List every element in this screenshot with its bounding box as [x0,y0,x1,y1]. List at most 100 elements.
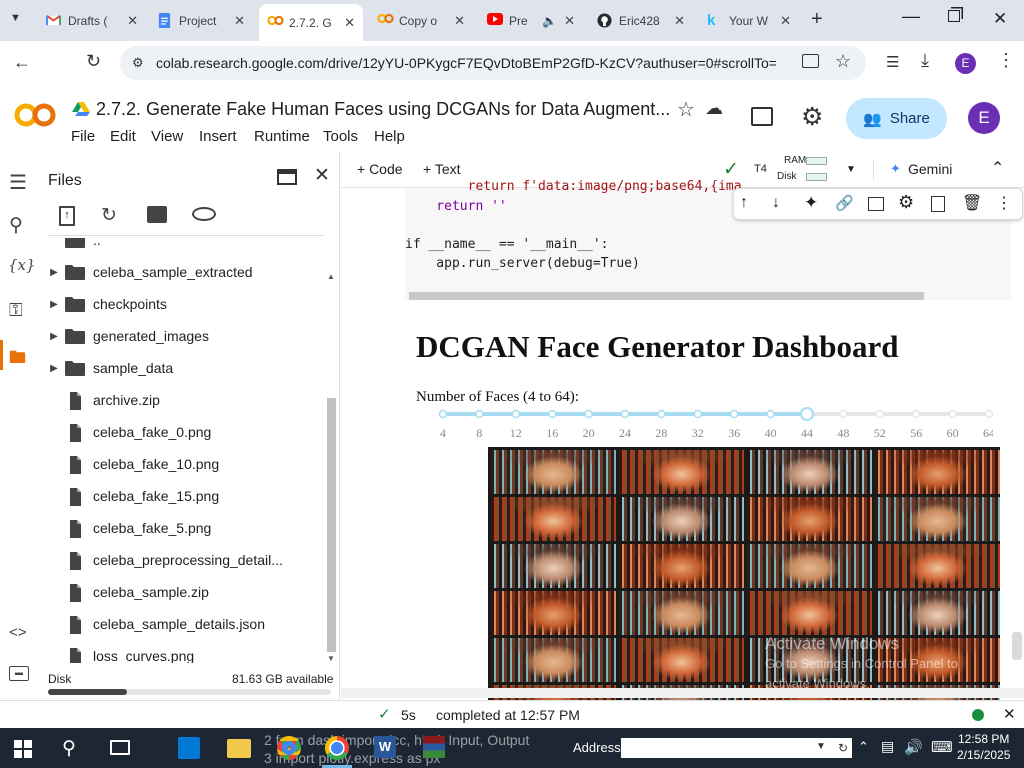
move-cell-down-icon[interactable]: ↓ [772,194,780,212]
secrets-key-icon[interactable]: ⚿ [9,300,23,321]
files-folder-icon[interactable]: 🖿 [9,345,26,374]
tab-kaggle[interactable]: k Your W ✕ [699,6,799,35]
address-go-icon[interactable]: ↻ [834,738,852,758]
notebook-title[interactable]: 2.7.2. Generate Fake Human Faces using D… [96,99,670,120]
scroll-up-arrow[interactable]: ▲ [327,272,335,281]
close-tab-icon[interactable]: ✕ [454,13,465,29]
store-icon[interactable] [178,737,200,759]
table-of-contents-icon[interactable]: ☰ [9,170,27,195]
tab-search-chevron-icon[interactable]: ▼ [10,12,21,24]
expand-arrow-icon[interactable]: ▶ [43,363,65,374]
file-row[interactable]: celeba_sample_details.json [40,608,325,640]
comment-icon[interactable] [868,197,884,211]
taskbar-search-icon[interactable]: ⚲ [62,737,76,760]
open-in-tab-icon[interactable] [277,169,297,185]
slider-dot[interactable] [438,409,448,419]
face-count-slider[interactable]: 4 8 12 16 20 24 28 32 36 40 44 48 52 56 60 64 [423,404,993,444]
slider-dot[interactable] [547,409,557,419]
tab-colab-copy[interactable]: Copy o ✕ [369,6,473,35]
notebook-scrollbar-thumb[interactable] [1012,632,1022,660]
slider-dot[interactable] [511,409,521,419]
address-dropdown-icon[interactable]: ▼ [816,741,826,752]
connection-status-dot[interactable] [972,709,984,721]
close-tab-icon[interactable]: ✕ [564,13,575,29]
gemini-cell-icon[interactable]: ✦ [804,193,818,213]
folder-row[interactable]: ▶ celeba_sample_extracted [40,256,325,288]
reload-icon[interactable]: ↻ [86,51,101,72]
input-language-icon[interactable]: ⌨ [931,738,953,756]
terminal-icon[interactable]: ▬ [9,666,29,681]
file-row[interactable]: archive.zip [40,384,325,416]
code-snippets-icon[interactable]: <> [9,624,27,641]
camera-off-icon[interactable] [802,54,819,68]
close-status-icon[interactable]: ✕ [1003,705,1016,723]
slider-dot[interactable] [839,409,848,419]
slider-dot[interactable] [948,409,957,419]
colab-logo[interactable] [14,102,56,131]
scroll-down-arrow[interactable]: ▼ [327,654,335,663]
folder-row[interactable]: ▶ checkpoints [40,288,325,320]
close-tab-icon[interactable]: ✕ [780,13,791,29]
close-tab-icon[interactable]: ✕ [127,13,138,29]
cloud-saved-icon[interactable]: ☁ [705,98,723,119]
clock-time[interactable]: 12:58 PM [958,732,1009,746]
chrome-icon[interactable] [277,736,301,760]
folder-row[interactable]: .. [40,238,325,256]
expand-arrow-icon[interactable]: ▶ [43,331,65,342]
refresh-icon[interactable]: ↻ [101,204,117,227]
restore-icon[interactable] [948,10,960,22]
profile-avatar[interactable]: E [955,53,976,74]
file-row[interactable]: celeba_fake_5.png [40,512,325,544]
add-text-button[interactable]: + Text [423,161,461,177]
expand-arrow-icon[interactable]: ▶ [43,267,65,278]
runtime-type-label[interactable]: T4 [754,163,767,175]
menu-insert[interactable]: Insert [199,128,237,145]
folder-row[interactable]: ▶ generated_images [40,320,325,352]
slider-dot[interactable] [584,409,593,419]
upload-file-icon[interactable]: ↑ [59,206,75,226]
word-icon[interactable]: W [374,736,396,758]
link-icon[interactable]: 🔗 [835,194,854,212]
slider-dot[interactable] [729,409,739,419]
chrome-active-icon[interactable] [325,736,349,760]
show-hidden-eye-icon[interactable] [192,207,216,221]
file-row[interactable]: loss_curves.png [40,640,325,663]
task-view-icon[interactable] [110,740,130,755]
back-icon[interactable]: ← [13,52,31,73]
omnibox[interactable]: ⚙ colab.research.google.com/drive/12yYU-… [120,46,866,80]
menu-file[interactable]: File [71,128,95,145]
slider-dot[interactable] [766,409,775,419]
share-button[interactable]: 👥 Share [846,98,947,139]
slider-dot[interactable] [620,409,630,419]
tray-chevron-icon[interactable]: ⌃ [858,739,869,755]
file-row[interactable]: celeba_preprocessing_detail... [40,544,325,576]
menu-tools[interactable]: Tools [323,128,358,145]
search-icon[interactable]: ⚲ [9,214,23,237]
settings-gear-icon[interactable]: ⚙ [801,102,823,132]
winrar-icon[interactable] [423,736,445,758]
close-tab-icon[interactable]: ✕ [234,13,245,29]
download-icon[interactable]: ⤓ [921,50,929,71]
file-explorer-icon[interactable] [227,739,251,758]
clock-date[interactable]: 2/15/2025 [957,748,1010,762]
variables-icon[interactable]: {x} [8,256,36,274]
close-tab-icon[interactable]: ✕ [674,13,685,29]
menu-edit[interactable]: Edit [110,128,136,145]
code-horizontal-scrollbar[interactable] [409,292,924,300]
slider-handle[interactable] [800,407,814,421]
slider-dot[interactable] [911,409,921,419]
bookmark-star-icon[interactable]: ☆ [835,51,851,72]
tab-youtube[interactable]: Pre 🔈 ✕ [479,6,583,35]
file-row[interactable]: celeba_fake_0.png [40,416,325,448]
gemini-button[interactable]: Gemini [908,161,952,177]
close-tab-icon[interactable]: ✕ [344,15,355,31]
folder-row[interactable]: ▶ sample_data [40,352,325,384]
account-avatar[interactable]: E [968,102,1000,134]
windows-start-icon[interactable] [14,740,32,761]
notebook-hscroll[interactable] [341,688,1024,698]
cell-settings-icon[interactable]: ⚙ [898,192,914,213]
speaker-icon[interactable]: 🔈 [542,14,557,28]
browser-menu-icon[interactable]: ⋮ [997,50,1015,71]
expand-arrow-icon[interactable]: ▶ [43,299,65,310]
close-panel-icon[interactable]: ✕ [314,164,330,187]
